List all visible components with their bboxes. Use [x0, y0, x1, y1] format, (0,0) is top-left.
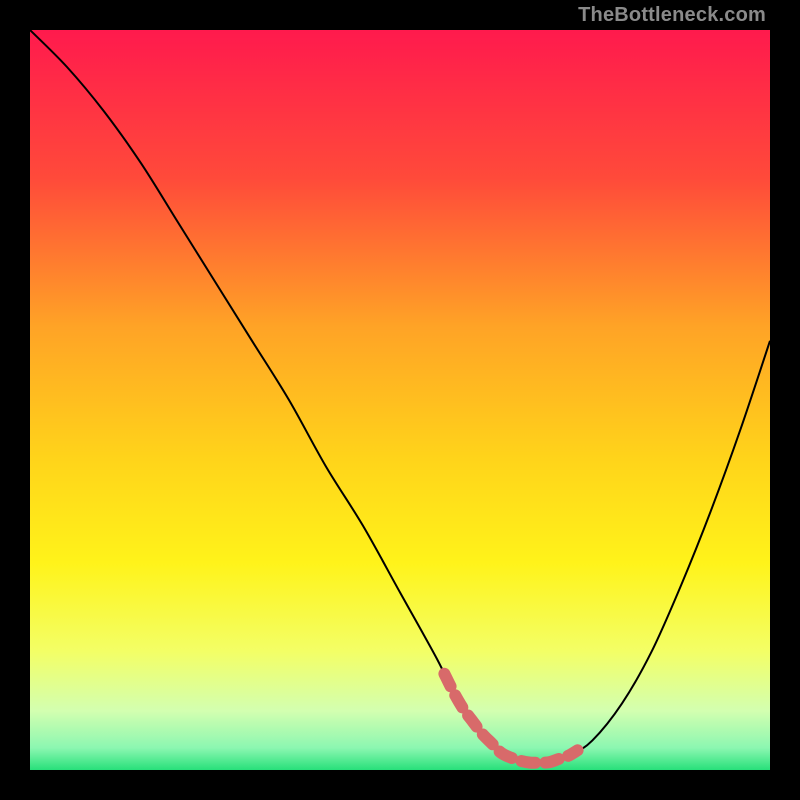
bottleneck-curve: [30, 30, 770, 764]
plot-area: [30, 30, 770, 770]
curve-layer: [30, 30, 770, 770]
bottleneck-region-mark: [444, 674, 577, 763]
chart-frame: TheBottleneck.com: [0, 0, 800, 800]
watermark-text: TheBottleneck.com: [578, 4, 766, 27]
